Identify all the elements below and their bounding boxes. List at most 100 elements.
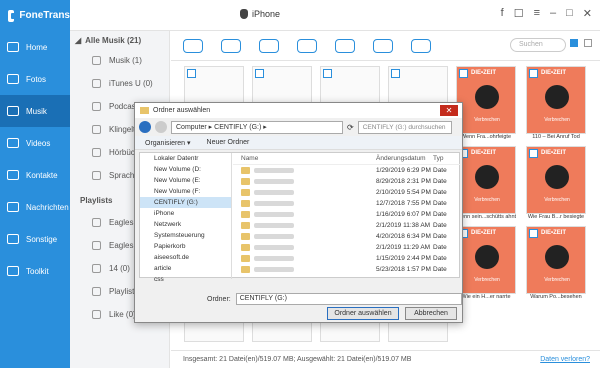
folder-icon (241, 222, 250, 229)
col-name[interactable]: Name (233, 155, 258, 162)
tree-item[interactable]: New Volume (E: (140, 175, 231, 186)
message-icon (7, 202, 19, 212)
tree-item[interactable]: Systemsteuerung (140, 230, 231, 241)
album-tile[interactable]: DIE•ZEIT Verbrechen (526, 226, 586, 294)
category-item[interactable]: iTunes U (0) (70, 72, 169, 95)
back-icon[interactable] (139, 121, 151, 133)
folder-icon (241, 244, 250, 251)
sidebar-item-other[interactable]: Sonstige (0, 223, 70, 255)
minimize-icon[interactable]: – (550, 7, 556, 20)
cancel-button[interactable]: Abbrechen (405, 307, 457, 320)
tree-item[interactable]: article (140, 263, 231, 274)
voice-memo-icon (92, 171, 101, 180)
col-type[interactable]: Typ (433, 155, 443, 162)
tree-item[interactable]: Lokaler Datentr (140, 153, 231, 164)
refresh-icon[interactable]: ⟳ (347, 123, 354, 132)
tree-item[interactable]: aiseesoft.de (140, 252, 231, 263)
checkbox[interactable] (529, 229, 538, 238)
tree-item[interactable]: css (140, 274, 231, 285)
album-tile[interactable]: DIE•ZEIT Verbrechen (526, 66, 586, 134)
export-icon[interactable] (221, 38, 241, 53)
sync-icon[interactable] (297, 38, 317, 53)
tree-item[interactable]: iPhone (140, 208, 231, 219)
data-lost-link[interactable]: Daten verloren? (540, 356, 590, 363)
category-item[interactable]: Musik (1) (70, 49, 169, 72)
search-input[interactable]: Suchen (510, 38, 566, 52)
bell-icon (92, 125, 101, 134)
col-date[interactable]: Änderungsdatum (376, 155, 426, 162)
file-row[interactable]: 2/10/2019 5:54 PM Date (233, 187, 460, 198)
file-row[interactable]: 2/1/2019 11:38 AM Date (233, 220, 460, 231)
file-row[interactable]: 5/23/2018 1:57 PM Date (233, 264, 460, 275)
file-row[interactable]: 12/7/2018 7:55 PM Date (233, 198, 460, 209)
album-tile[interactable]: DIE•ZEIT Verbrechen (456, 146, 516, 214)
file-row[interactable]: 4/20/2018 6:34 PM Date (233, 231, 460, 242)
album-art (545, 245, 569, 269)
device-selector[interactable]: iPhone (240, 9, 280, 19)
delete-icon[interactable] (259, 38, 279, 53)
tree-item[interactable]: Netzwerk (140, 219, 231, 230)
chat-icon[interactable]: ☐ (514, 7, 524, 20)
checkbox[interactable] (255, 69, 264, 78)
maximize-icon[interactable]: □ (566, 7, 573, 20)
album-tile[interactable]: DIE•ZEIT Verbrechen (456, 66, 516, 134)
file-row[interactable]: 8/29/2018 2:31 PM Date (233, 176, 460, 187)
organize-button[interactable]: Organisieren ▾ (145, 139, 191, 147)
folder-icon (241, 266, 250, 273)
file-row[interactable]: 1/15/2019 2:44 PM Date (233, 253, 460, 264)
select-folder-button[interactable]: Ordner auswählen (327, 307, 399, 320)
sidebar-item-home[interactable]: Home (0, 31, 70, 63)
tree-item-selected[interactable]: CENTIFLY (G:) (140, 197, 231, 208)
album-tile[interactable]: DIE•ZEIT Verbrechen (456, 226, 516, 294)
blurred-name (254, 190, 294, 195)
checkbox[interactable] (529, 69, 538, 78)
album-tile[interactable]: DIE•ZEIT Verbrechen (526, 146, 586, 214)
dialog-toolbar: Organisieren ▾ Neuer Ordner (135, 136, 462, 150)
tree-item[interactable]: Papierkorb (140, 241, 231, 252)
folder-input[interactable]: CENTIFLY (G:) (235, 293, 462, 305)
grid-view-icon[interactable] (570, 39, 578, 47)
sidebar-item-videos[interactable]: Videos (0, 127, 70, 159)
folder-icon (241, 178, 250, 185)
contacts-icon (7, 170, 19, 180)
folder-icon (241, 233, 250, 240)
dialog-close-button[interactable]: ✕ (440, 105, 458, 116)
all-music-header[interactable]: ◢ Alle Musik (21) (70, 31, 169, 49)
blurred-name (254, 201, 294, 206)
music-note-icon (92, 56, 101, 65)
new-folder-button[interactable]: Neuer Ordner (207, 139, 250, 146)
file-row[interactable]: 1/16/2019 6:07 PM Date (233, 209, 460, 220)
collapse-icon: ◢ (75, 35, 82, 45)
toolbox-icon[interactable] (411, 38, 431, 53)
list-view-icon[interactable] (584, 39, 592, 47)
album-art (475, 85, 499, 109)
facebook-icon[interactable]: f (501, 7, 504, 20)
sidebar-item-music[interactable]: Musik (0, 95, 70, 127)
sidebar-item-contacts[interactable]: Kontakte (0, 159, 70, 191)
checkbox[interactable] (529, 149, 538, 158)
dialog-search-input[interactable]: CENTIFLY (G:) durchsuchen (357, 120, 452, 134)
album-art (545, 165, 569, 189)
menu-icon[interactable]: ≡ (534, 7, 540, 20)
dialog-title: Ordner auswählen (153, 107, 211, 114)
device-name: iPhone (252, 9, 281, 19)
toolkit-icon (7, 266, 19, 276)
sidebar-item-messages[interactable]: Nachrichten (0, 191, 70, 223)
close-icon[interactable]: ✕ (583, 7, 592, 20)
ringtone-icon[interactable] (335, 38, 355, 53)
add-icon[interactable] (183, 38, 203, 53)
tree-item[interactable]: New Volume (F: (140, 186, 231, 197)
path-input[interactable]: Computer ▸ CENTIFLY (G:) ▸ (171, 120, 343, 134)
forward-icon[interactable] (155, 121, 167, 133)
sidebar-item-photos[interactable]: Fotos (0, 63, 70, 95)
tree-item[interactable]: New Volume (D: (140, 164, 231, 175)
copy-icon[interactable] (373, 38, 393, 53)
checkbox[interactable] (187, 69, 196, 78)
blurred-name (254, 256, 294, 261)
checkbox[interactable] (391, 69, 400, 78)
checkbox[interactable] (459, 69, 468, 78)
sidebar-item-toolkit[interactable]: Toolkit (0, 255, 70, 287)
file-row[interactable]: 2/1/2019 11:29 AM Date (233, 242, 460, 253)
file-row[interactable]: 1/29/2019 6:29 PM Date (233, 165, 460, 176)
checkbox[interactable] (323, 69, 332, 78)
